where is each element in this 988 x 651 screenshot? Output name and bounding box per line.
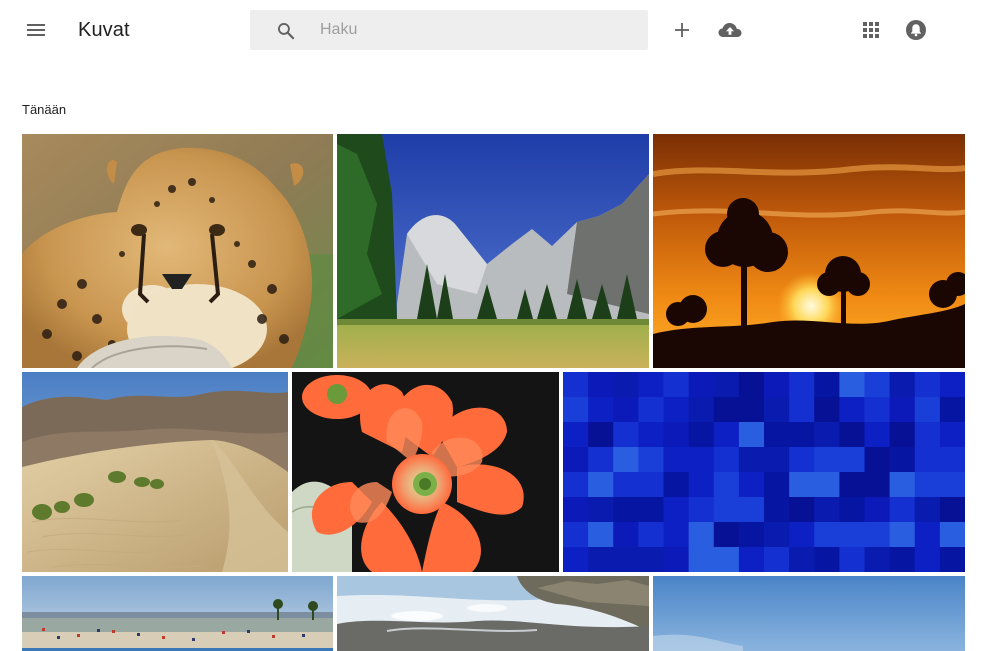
add-icon[interactable] xyxy=(668,16,696,44)
photo-blue-mosaic[interactable] xyxy=(563,372,965,572)
photo-sunset-tree[interactable] xyxy=(653,134,965,368)
search-bar[interactable] xyxy=(250,10,648,50)
photo-rocky-shore[interactable] xyxy=(337,576,649,651)
search-icon[interactable] xyxy=(276,21,296,41)
photo-sand-dunes[interactable] xyxy=(22,372,288,572)
app-title: Kuvat xyxy=(78,19,130,41)
section-date-label: Tänään xyxy=(22,102,67,117)
photo-cactus-flower[interactable] xyxy=(292,372,559,572)
search-input[interactable] xyxy=(320,10,640,50)
menu-icon[interactable] xyxy=(24,18,48,42)
cloud-upload-icon[interactable] xyxy=(716,16,744,44)
photo-blue-sky[interactable] xyxy=(653,576,965,651)
apps-grid-icon[interactable] xyxy=(857,16,885,44)
top-app-bar: Kuvat xyxy=(0,0,988,60)
photo-beach-crowd[interactable] xyxy=(22,576,333,651)
photo-cheetah[interactable] xyxy=(22,134,333,368)
notifications-icon[interactable] xyxy=(902,16,930,44)
photo-mountain-valley[interactable] xyxy=(337,134,649,368)
